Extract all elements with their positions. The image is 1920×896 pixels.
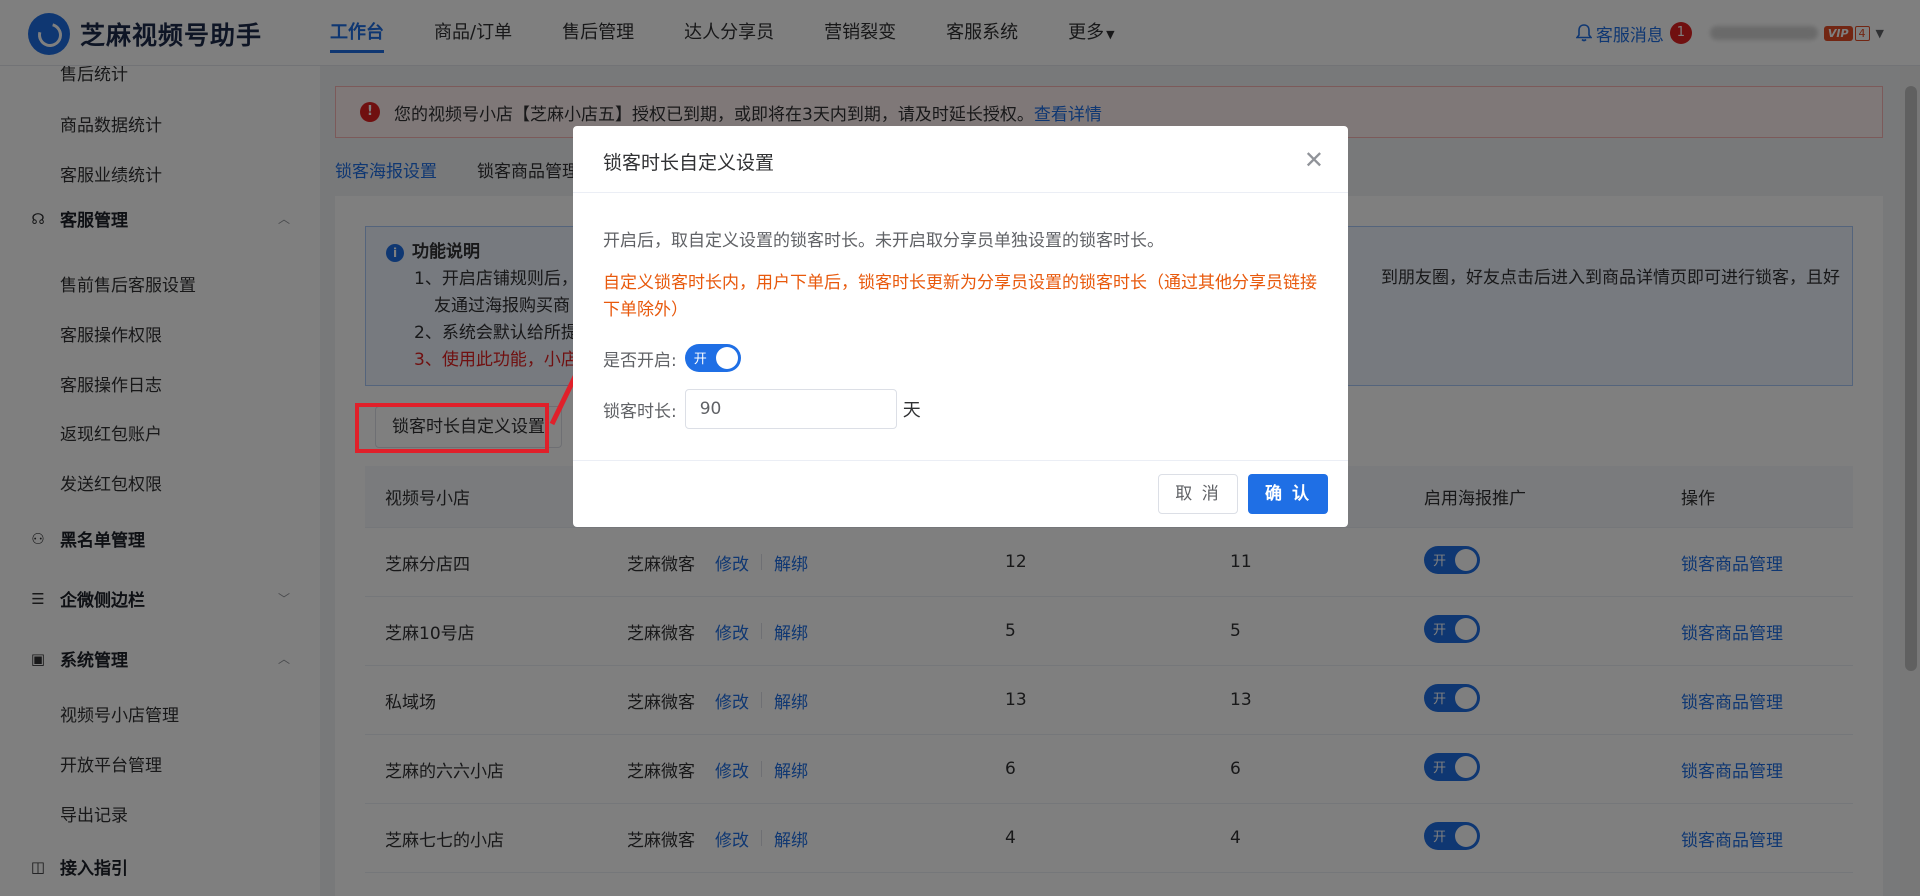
duration-input[interactable]: 90 bbox=[684, 389, 897, 429]
cancel-button[interactable]: 取 消 bbox=[1158, 474, 1238, 514]
dialog-warning: 自定义锁客时长内，用户下单后，锁客时长更新为分享员设置的锁客时长（通过其他分享员… bbox=[603, 273, 1317, 320]
duration-unit: 天 bbox=[902, 400, 921, 421]
enable-toggle[interactable]: 开 bbox=[684, 344, 741, 372]
lock-duration-dialog: 锁客时长自定义设置 ✕ 开启后，取自定义设置的锁客时长。未开启取分享员单独设置的… bbox=[573, 126, 1348, 527]
confirm-button[interactable]: 确 认 bbox=[1248, 474, 1328, 514]
dialog-tip: 开启后，取自定义设置的锁客时长。未开启取分享员单独设置的锁客时长。 bbox=[603, 231, 1164, 251]
toggle-label: 开 bbox=[693, 352, 707, 367]
enable-label: 是否开启: bbox=[603, 350, 677, 371]
duration-label: 锁客时长: bbox=[603, 401, 677, 422]
highlight-box-lock-button bbox=[355, 403, 549, 453]
enable-row: 是否开启: 开 bbox=[603, 344, 741, 372]
duration-row: 锁客时长: 90 天 bbox=[603, 389, 921, 429]
dialog-title: 锁客时长自定义设置 bbox=[603, 152, 775, 174]
close-icon[interactable]: ✕ bbox=[1304, 148, 1324, 172]
